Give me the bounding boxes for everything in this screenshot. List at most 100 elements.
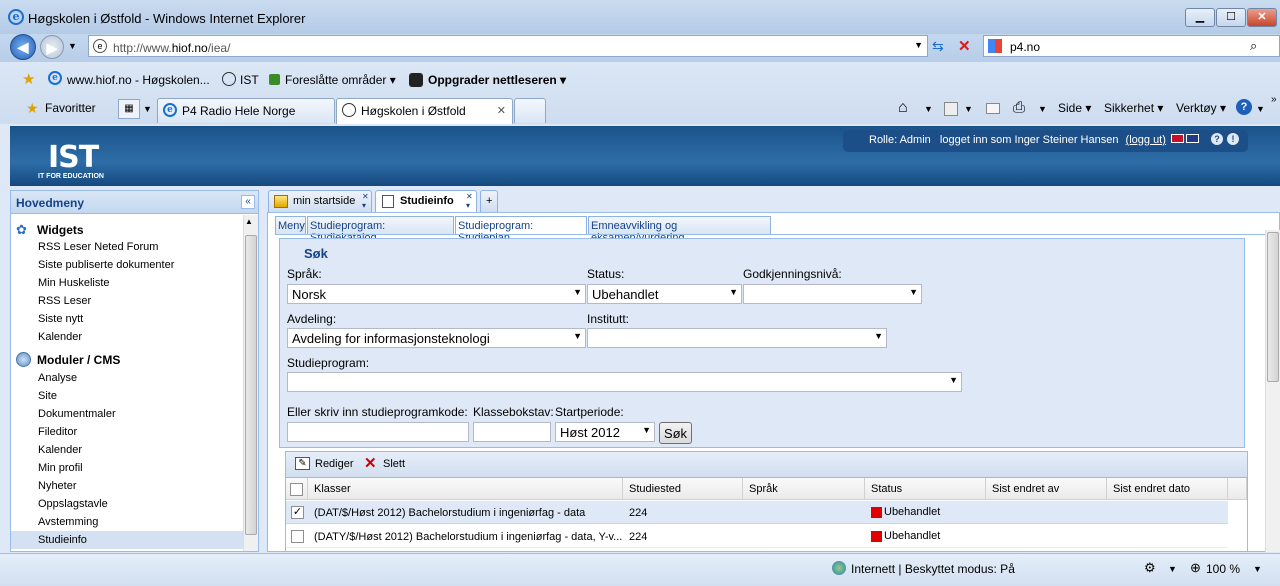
zoom-icon[interactable]: ⊕ [1190, 560, 1201, 576]
select-all-checkbox[interactable] [290, 483, 303, 496]
col-status[interactable]: Status [865, 478, 986, 500]
zoom-dropdown-icon[interactable]: ▼ [1253, 564, 1262, 574]
collapse-sidebar-button[interactable]: « [241, 195, 255, 209]
sidebar-scroll-thumb[interactable] [245, 235, 257, 535]
col-klasser[interactable]: Klasser [308, 478, 623, 500]
scroll-up-icon[interactable]: ▲ [245, 217, 253, 226]
sidebar-item-oppslagstavle[interactable]: Oppslagstavle [38, 498, 108, 510]
studieprogramkode-input[interactable] [287, 422, 469, 442]
tab-p4[interactable]: e P4 Radio Hele Norge [157, 98, 335, 123]
panel-scroll-thumb[interactable] [1267, 232, 1279, 382]
tab-studieinfo[interactable]: Studieinfo ✕ ▾ [375, 190, 477, 212]
edit-button[interactable]: Rediger [315, 458, 354, 470]
subtab-emneavvikling[interactable]: Emneavvikling og eksamen/vurdering [588, 216, 771, 244]
sidebar-item-fileditor[interactable]: Fileditor [38, 426, 77, 438]
quick-tabs-icon[interactable]: ▦ [118, 99, 140, 119]
new-tab-button[interactable] [514, 98, 546, 123]
fav-item-suggested[interactable]: Foreslåtte områder ▾ [269, 73, 396, 87]
search-icon[interactable]: ⌕ [1250, 38, 1257, 54]
avdeling-select[interactable]: Avdeling for informasjonsteknologi ▼ [287, 328, 586, 348]
home-dropdown-icon[interactable]: ▼ [924, 104, 933, 114]
address-field[interactable]: e http://www.hiof.no/iea/ ▼ [88, 35, 928, 57]
logout-link[interactable]: (logg ut) [1126, 134, 1166, 146]
panel-scrollbar[interactable] [1265, 230, 1280, 552]
godkjenning-select[interactable]: ▼ [743, 284, 922, 304]
favorites-star-icon[interactable]: ★ [26, 100, 39, 117]
klassebokstav-input[interactable] [473, 422, 551, 442]
maximize-button[interactable]: ☐ [1216, 8, 1246, 27]
uk-flag-icon[interactable] [1186, 134, 1199, 143]
tab-min-startside[interactable]: min startside ✕ ▾ [268, 190, 372, 212]
subtab-meny[interactable]: Meny [275, 216, 306, 235]
studieprogram-select[interactable]: ▼ [287, 372, 962, 392]
sidebar-item-studieinfo[interactable]: Studieinfo [11, 531, 243, 549]
delete-icon[interactable]: ✕ [364, 454, 377, 472]
feeds-dropdown-icon[interactable]: ▼ [964, 104, 973, 114]
institutt-select[interactable]: ▼ [587, 328, 887, 348]
home-icon[interactable]: ⌂ [898, 99, 908, 117]
fav-item-ist[interactable]: IST [222, 72, 259, 87]
search-field[interactable]: p4.no ⌕ [983, 35, 1280, 57]
more-chevron-icon[interactable]: » [1271, 94, 1277, 105]
security-zone-text[interactable]: Internett | Beskyttet modus: På [851, 562, 1015, 576]
address-dropdown-icon[interactable]: ▼ [914, 40, 923, 50]
favorites-button[interactable]: Favoritter [45, 101, 96, 115]
sidebar-item-siste-publiserte[interactable]: Siste publiserte dokumenter [38, 259, 174, 271]
sidebar-item-kalender-widget[interactable]: Kalender [38, 331, 82, 343]
sidebar-item-rss-neted[interactable]: RSS Leser Neted Forum [38, 241, 158, 253]
startperiode-select[interactable]: Høst 2012 ▼ [555, 422, 655, 442]
sidebar-item-avstemming[interactable]: Avstemming [38, 516, 98, 528]
tab-close-icon[interactable]: ✕ [497, 104, 506, 117]
sidebar-item-analyse[interactable]: Analyse [38, 372, 77, 384]
sidebar-group-widgets[interactable]: Widgets [37, 223, 84, 237]
col-sprak[interactable]: Språk [743, 478, 865, 500]
row-checkbox[interactable]: ✓ [291, 506, 304, 519]
alert-icon[interactable]: ! [1227, 133, 1239, 145]
subtab-studieplan[interactable]: Studieprogram: Studieplan [455, 216, 587, 244]
subtab-studiekatalog[interactable]: Studieprogram: Studiekatalog [307, 216, 454, 244]
sidebar-item-site[interactable]: Site [38, 390, 57, 402]
tab-list-icon[interactable]: ▼ [143, 104, 152, 114]
help-dropdown-icon[interactable]: ▼ [1256, 104, 1265, 114]
delete-button[interactable]: Slett [383, 458, 405, 470]
sidebar-item-kalender[interactable]: Kalender [38, 444, 82, 456]
safety-menu[interactable]: Sikkerhet ▾ [1104, 101, 1163, 115]
col-sist-endret-dato[interactable]: Sist endret dato [1107, 478, 1228, 500]
refresh-icon[interactable]: ⇆ [932, 38, 944, 55]
col-studiested[interactable]: Studiested [623, 478, 743, 500]
norwegian-flag-icon[interactable] [1171, 134, 1184, 143]
fav-item-upgrade[interactable]: Oppgrader nettleseren ▾ [409, 73, 566, 87]
col-sist-endret-av[interactable]: Sist endret av [986, 478, 1107, 500]
protected-mode-icon[interactable]: ⚙ [1144, 560, 1156, 576]
feeds-icon[interactable] [944, 102, 958, 116]
history-dropdown-icon[interactable]: ▼ [68, 41, 77, 51]
table-row[interactable]: ✓ (DAT/$/Høst 2012) Bachelorstudium i in… [286, 501, 1228, 524]
sidebar-item-dokumentmaler[interactable]: Dokumentmaler [38, 408, 116, 420]
sidebar-item-huskeliste[interactable]: Min Huskeliste [38, 277, 110, 289]
row-checkbox[interactable] [291, 530, 304, 543]
sidebar-item-siste-nytt[interactable]: Siste nytt [38, 313, 83, 325]
forward-button[interactable]: ▶ [40, 35, 64, 59]
help-circle-icon[interactable]: ? [1211, 133, 1223, 145]
page-menu[interactable]: Side ▾ [1058, 101, 1091, 115]
tools-menu[interactable]: Verktøy ▾ [1176, 101, 1226, 115]
help-icon[interactable]: ? [1236, 99, 1252, 115]
tab-startside-close-icon[interactable]: ✕ ▾ [362, 192, 369, 210]
search-button[interactable]: Søk [659, 422, 692, 444]
sprak-select[interactable]: Norsk ▼ [287, 284, 586, 304]
back-button[interactable]: ◀ [10, 34, 36, 60]
tab-hiof[interactable]: Høgskolen i Østfold ✕ [336, 98, 513, 124]
zoom-level[interactable]: 100 % [1206, 562, 1240, 576]
sidebar-group-moduler[interactable]: Moduler / CMS [37, 353, 120, 367]
protected-dropdown-icon[interactable]: ▼ [1168, 564, 1177, 574]
fav-item-hiof[interactable]: www.hiof.no - Høgskolen... [67, 73, 210, 87]
add-favorite-icon[interactable]: ★ [22, 70, 35, 88]
sidebar-item-min-profil[interactable]: Min profil [38, 462, 83, 474]
table-row[interactable]: (DATY/$/Høst 2012) Bachelorstudium i ing… [286, 525, 1228, 548]
sidebar-scrollbar[interactable]: ▲ [243, 215, 258, 551]
minimize-button[interactable]: ▁ [1185, 8, 1215, 27]
add-tab-button[interactable]: + [480, 190, 498, 212]
sidebar-item-nyheter[interactable]: Nyheter [38, 480, 77, 492]
select-all-header[interactable] [286, 478, 308, 500]
tab-studieinfo-close-icon[interactable]: ✕ ▾ [466, 192, 473, 210]
